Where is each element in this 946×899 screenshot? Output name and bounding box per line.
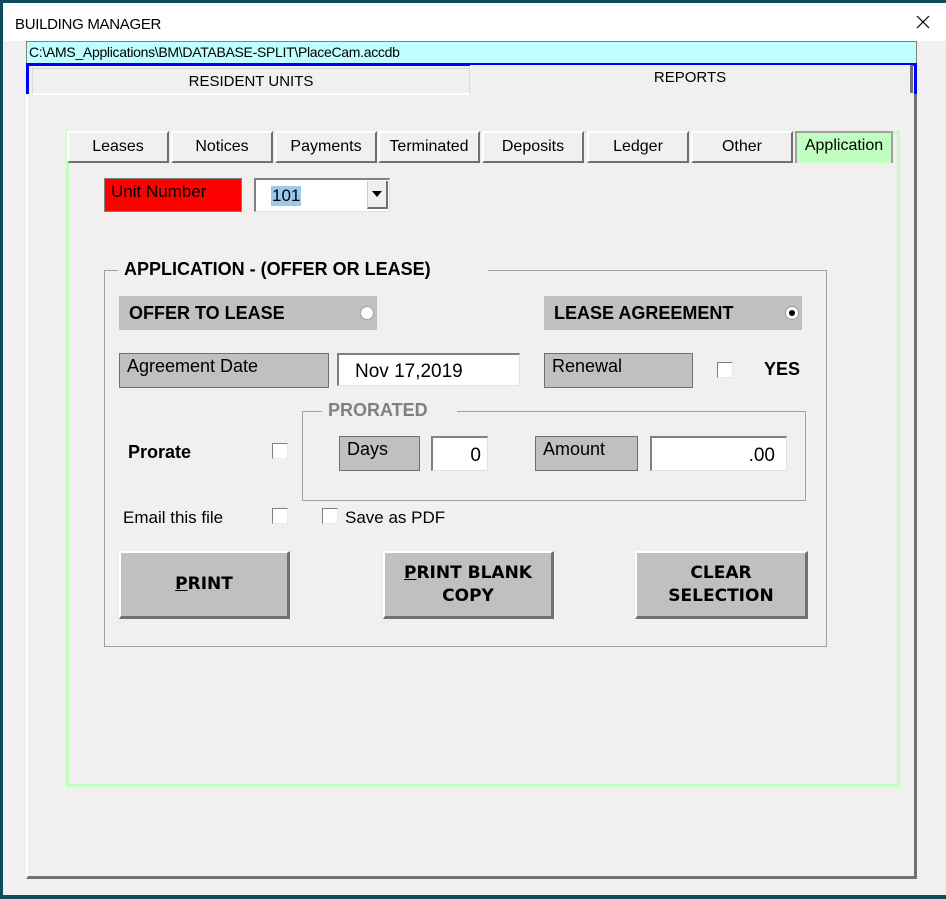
database-path-bar: C:\AMS_Applications\BM\DATABASE-SPLIT\Pl… <box>26 41 917 63</box>
renewal-yes-label: YES <box>764 359 801 379</box>
agreement-date-input[interactable]: Nov 17,2019 <box>337 353 520 386</box>
prorate-label: Prorate <box>128 442 192 462</box>
group-border <box>302 411 322 412</box>
close-icon <box>916 15 930 29</box>
amount-input[interactable]: .00 <box>650 436 787 471</box>
days-input[interactable]: 0 <box>431 436 488 471</box>
unit-number-combobox[interactable]: 101 <box>254 178 390 212</box>
subtab-application[interactable]: Application <box>795 131 893 163</box>
tab-resident-units[interactable]: RESIDENT UNITS <box>32 68 470 95</box>
amount-label: Amount <box>535 436 638 471</box>
unit-number-value[interactable]: 101 <box>271 186 302 206</box>
offer-to-lease-label: OFFER TO LEASE <box>129 303 285 323</box>
offer-to-lease-radio[interactable] <box>360 306 374 320</box>
days-label: Days <box>339 436 420 471</box>
subtab-ledger[interactable]: Ledger <box>587 131 689 163</box>
print-button[interactable]: PRINT <box>119 551 290 619</box>
unit-dropdown-button[interactable] <box>367 181 388 209</box>
subtab-other[interactable]: Other <box>691 131 793 163</box>
offer-to-lease-option[interactable]: OFFER TO LEASE <box>119 296 377 330</box>
group-border <box>488 270 827 271</box>
close-button[interactable] <box>900 3 946 41</box>
lease-agreement-label: LEASE AGREEMENT <box>554 303 734 323</box>
prorate-checkbox[interactable] <box>272 443 288 459</box>
lease-agreement-radio[interactable] <box>785 306 799 320</box>
group-border <box>457 411 806 412</box>
unit-number-label: Unit Number <box>104 178 242 212</box>
subtab-leases[interactable]: Leases <box>67 131 169 163</box>
print-button-label: PRINT <box>175 574 233 594</box>
save-pdf-label: Save as PDF <box>345 508 446 527</box>
save-pdf-checkbox[interactable] <box>322 508 338 524</box>
renewal-label: Renewal <box>544 353 693 388</box>
renewal-checkbox[interactable] <box>717 362 733 378</box>
chevron-down-icon <box>372 191 382 197</box>
group-border <box>104 270 118 271</box>
agreement-date-label: Agreement Date <box>119 353 329 388</box>
print-blank-copy-button[interactable]: PRINT BLANK COPY <box>383 551 554 619</box>
title-bar: BUILDING MANAGER <box>3 3 946 41</box>
print-blank-copy-label: PRINT BLANK COPY <box>404 562 532 606</box>
clear-selection-label: CLEAR SELECTION <box>668 562 774 606</box>
subtab-notices[interactable]: Notices <box>171 131 273 163</box>
subtab-deposits[interactable]: Deposits <box>482 131 584 163</box>
subtab-payments[interactable]: Payments <box>275 131 377 163</box>
radio-selected-dot <box>789 310 795 316</box>
window-title: BUILDING MANAGER <box>15 16 162 33</box>
tab-reports[interactable]: REPORTS <box>470 65 913 93</box>
email-file-label: Email this file <box>123 508 224 527</box>
application-group-title: APPLICATION - (OFFER OR LEASE) <box>124 259 431 279</box>
email-file-checkbox[interactable] <box>272 508 288 524</box>
clear-selection-button[interactable]: CLEAR SELECTION <box>635 551 808 619</box>
subtab-terminated[interactable]: Terminated <box>378 131 480 163</box>
lease-agreement-option[interactable]: LEASE AGREEMENT <box>544 296 802 330</box>
prorated-group-title: PRORATED <box>328 400 428 420</box>
